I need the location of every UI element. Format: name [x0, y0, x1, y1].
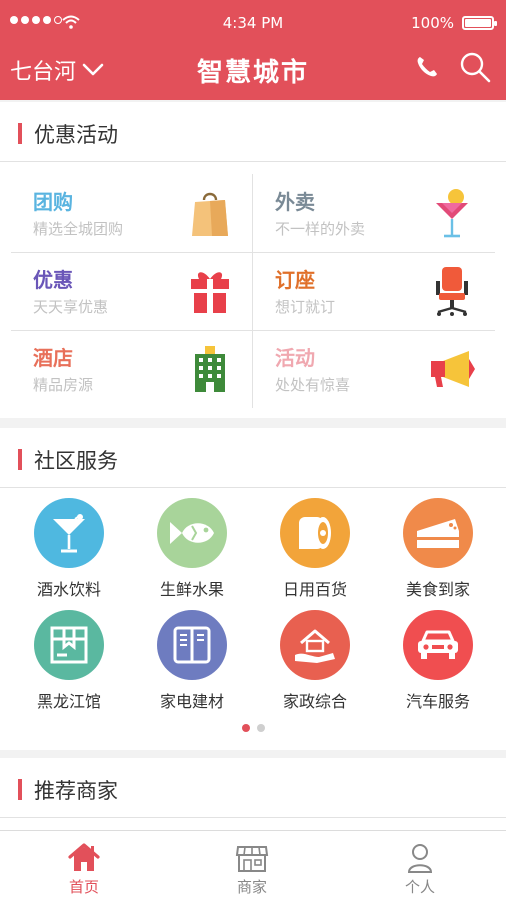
service-label: 日用百货	[282, 580, 347, 599]
service-label: 美食到家	[405, 580, 470, 599]
service-label: 黑龙江馆	[36, 692, 101, 711]
tab-merchants[interactable]: 商家	[168, 831, 336, 900]
service-housekeeping[interactable]: 家政综合	[253, 610, 377, 720]
service-daily-goods[interactable]: 日用百货	[253, 498, 377, 608]
nav-bar: 七台河 智慧城市	[0, 44, 506, 100]
tab-profile[interactable]: 个人	[336, 831, 504, 900]
shopping-bag-icon	[187, 186, 233, 240]
section-header: 社区服务	[0, 428, 506, 488]
promo-subtitle: 处处有惊喜	[275, 376, 351, 394]
phone-icon	[415, 55, 439, 83]
section-title: 优惠活动	[34, 123, 118, 147]
service-fresh-produce[interactable]: 生鲜水果	[130, 498, 254, 608]
tab-bar: 首页 商家 个人	[0, 830, 506, 900]
page-dot[interactable]	[241, 724, 250, 732]
gift-icon	[187, 264, 233, 318]
promo-subtitle: 想订就订	[275, 298, 336, 316]
promo-title: 团购	[33, 190, 73, 214]
service-label: 家电建材	[159, 692, 224, 711]
tab-home[interactable]: 首页	[0, 831, 168, 900]
page-dot[interactable]	[256, 724, 265, 732]
service-label: 酒水饮料	[36, 580, 101, 599]
status-bar: 4:34 PM 100%	[0, 0, 506, 44]
refrigerator-icon	[157, 610, 227, 680]
promo-title: 优惠	[33, 268, 73, 292]
promo-events[interactable]: 活动 处处有惊喜	[253, 330, 495, 408]
promo-hotel[interactable]: 酒店 精品房源	[11, 330, 253, 408]
section-title: 推荐商家	[34, 779, 118, 803]
megaphone-icon	[429, 342, 475, 396]
person-icon	[336, 843, 504, 873]
service-label: 生鲜水果	[159, 580, 224, 599]
promo-title: 酒店	[33, 346, 73, 370]
toilet-paper-icon	[280, 498, 350, 568]
community-section: 社区服务 酒水饮料 生鲜水果 日用百货 美食到家 黑龙江馆 家电建材 家政综合 …	[0, 428, 506, 750]
service-label: 汽车服务	[405, 692, 470, 711]
promo-subtitle: 精选全城团购	[33, 220, 124, 238]
promotions-section: 优惠活动 团购 精选全城团购 外卖 不一样的外卖 优惠 天天享优惠 订座 想订就…	[0, 102, 506, 418]
car-icon	[403, 610, 473, 680]
city-name: 七台河	[10, 60, 77, 85]
service-heilongjiang-pavilion[interactable]: 黑龙江馆	[7, 610, 131, 720]
promo-subtitle: 天天享优惠	[33, 298, 109, 316]
service-appliances[interactable]: 家电建材	[130, 610, 254, 720]
tab-label: 个人	[404, 878, 435, 896]
header: 4:34 PM 100% 七台河 智慧城市	[0, 0, 506, 100]
storefront-icon	[168, 843, 336, 873]
battery-percent: 100%	[411, 14, 454, 32]
page-indicator[interactable]	[0, 724, 506, 732]
section-accent-bar	[18, 449, 22, 470]
promo-reservation[interactable]: 订座 想订就订	[253, 252, 495, 330]
section-accent-bar	[18, 123, 22, 144]
promo-title: 活动	[275, 346, 315, 370]
city-selector[interactable]: 七台河	[10, 54, 104, 86]
hotel-icon	[187, 342, 233, 396]
section-header: 推荐商家	[0, 758, 506, 818]
promo-discount[interactable]: 优惠 天天享优惠	[11, 252, 253, 330]
home-icon	[0, 843, 168, 873]
promo-group-buy[interactable]: 团购 精选全城团购	[11, 174, 253, 252]
battery-icon	[462, 16, 497, 30]
service-drinks[interactable]: 酒水饮料	[7, 498, 131, 608]
search-button[interactable]	[456, 50, 494, 88]
cocktail-icon	[429, 186, 475, 240]
phone-button[interactable]	[412, 54, 442, 84]
search-icon	[459, 51, 491, 87]
cocktail-glass-icon	[34, 498, 104, 568]
promo-title: 外卖	[275, 190, 315, 214]
service-label: 家政综合	[282, 692, 347, 711]
app-root: 4:34 PM 100% 七台河 智慧城市 优惠活动 团购 精选全城团购 外卖 …	[0, 0, 506, 900]
cake-icon	[403, 498, 473, 568]
section-title: 社区服务	[34, 449, 118, 473]
promo-takeout[interactable]: 外卖 不一样的外卖	[253, 174, 495, 252]
service-food-delivery[interactable]: 美食到家	[376, 498, 500, 608]
house-hand-icon	[280, 610, 350, 680]
service-auto[interactable]: 汽车服务	[376, 610, 500, 720]
fish-icon	[157, 498, 227, 568]
chair-icon	[429, 264, 475, 318]
tab-label: 首页	[68, 878, 99, 896]
promo-title: 订座	[275, 268, 315, 292]
promotions-grid: 团购 精选全城团购 外卖 不一样的外卖 优惠 天天享优惠 订座 想订就订 酒店 …	[11, 174, 495, 408]
recommend-section: 推荐商家	[0, 758, 506, 830]
tab-label: 商家	[236, 878, 267, 896]
promo-subtitle: 不一样的外卖	[275, 220, 366, 238]
chevron-down-icon	[82, 58, 104, 83]
package-icon	[34, 610, 104, 680]
section-header: 优惠活动	[0, 102, 506, 162]
section-accent-bar	[18, 779, 22, 800]
promo-subtitle: 精品房源	[33, 376, 94, 394]
